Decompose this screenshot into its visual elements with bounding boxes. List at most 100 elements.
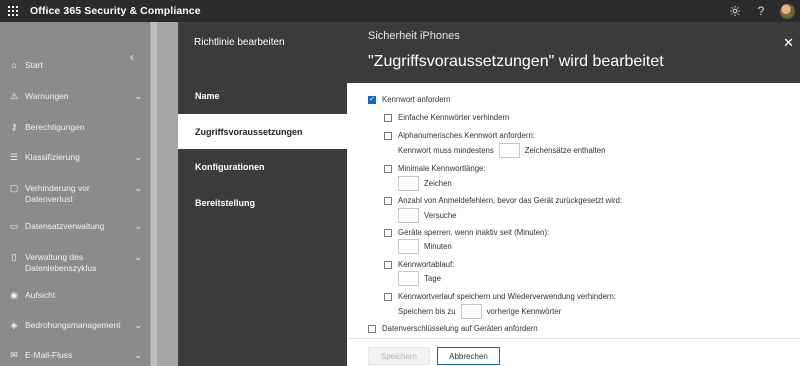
nav-item-dlp[interactable]: ▢ Verhinderung vor Datenverlust ⌄ xyxy=(0,183,150,205)
history-count-input[interactable] xyxy=(460,304,482,319)
checkbox[interactable] xyxy=(384,228,392,237)
threat-icon: ◈ xyxy=(10,320,18,330)
folder-icon: ▭ xyxy=(9,221,19,231)
nav-item-email-fluss[interactable]: ✉ E-Mail-Fluss ⌄ xyxy=(0,350,150,362)
expiration-days-input[interactable] xyxy=(398,271,419,286)
charset-count-input[interactable] xyxy=(498,143,520,158)
eye-icon: ◉ xyxy=(10,290,18,300)
nav-item-label: Aufsicht xyxy=(25,290,56,300)
mail-icon: ✉ xyxy=(10,350,18,360)
checkbox[interactable] xyxy=(384,164,392,173)
require-password-checkbox[interactable]: Kennwort anfordern xyxy=(368,95,450,104)
checkbox[interactable] xyxy=(384,196,392,205)
expiration-checkbox[interactable]: Kennwortablauf: xyxy=(384,260,454,269)
page-title: "Zugriffsvoraussetzungen" wird bearbeite… xyxy=(368,53,664,70)
save-button[interactable]: Speichern xyxy=(368,347,430,365)
left-navigation: ‹ ⌂ Start ⚠ Warnungen ⌄ ⚷ Berechtigungen… xyxy=(0,22,150,366)
nav-item-label: E-Mail-Fluss xyxy=(25,350,73,360)
nav-item-berechtigungen[interactable]: ⚷ Berechtigungen xyxy=(0,122,150,134)
chevron-down-icon: ⌄ xyxy=(134,252,142,262)
nav-scrollbar[interactable] xyxy=(150,22,178,366)
list-icon: ☰ xyxy=(9,152,19,162)
min-length-input[interactable] xyxy=(398,176,419,191)
expiration-row: Tage xyxy=(393,271,441,286)
checkbox-label: Einfache Kennwörter verhindern xyxy=(398,113,510,122)
nav-item-warnungen[interactable]: ⚠ Warnungen ⌄ xyxy=(0,91,150,103)
lock-inactive-row: Minuten xyxy=(393,239,452,254)
alphanumeric-checkbox[interactable]: Alphanumerisches Kennwort anfordern: xyxy=(384,131,535,140)
chevron-down-icon: ⌄ xyxy=(134,350,142,360)
lock-minutes-input[interactable] xyxy=(398,239,419,254)
failed-attempts-input[interactable] xyxy=(398,208,419,223)
wizard-steps-panel: Richtlinie bearbeiten Name Zugriffsvorau… xyxy=(178,22,347,366)
nav-item-start[interactable]: ⌂ Start xyxy=(0,60,150,72)
gear-icon[interactable] xyxy=(722,0,748,22)
nav-item-aufsicht[interactable]: ◉ Aufsicht xyxy=(0,290,150,302)
alphanumeric-suffix: Zeichensätze enthalten xyxy=(524,146,606,155)
top-bar: Office 365 Security & Compliance ? xyxy=(0,0,800,22)
warning-icon: ⚠ xyxy=(9,91,19,101)
alphanumeric-row: Kennwort muss mindestens Zeichensätze en… xyxy=(398,143,605,158)
help-icon[interactable]: ? xyxy=(748,0,774,22)
checkbox[interactable] xyxy=(384,131,392,140)
step-name[interactable]: Name xyxy=(178,78,347,113)
chevron-down-icon: ⌄ xyxy=(134,183,142,193)
nav-item-label: Verwaltung des Datenlebenszyklus xyxy=(25,252,97,273)
checkbox-label: Alphanumerisches Kennwort anfordern: xyxy=(398,131,535,140)
step-bereitstellung[interactable]: Bereitstellung xyxy=(178,185,347,220)
lifecycle-icon: ▯ xyxy=(11,252,17,262)
close-icon[interactable]: ✕ xyxy=(783,35,794,51)
checkbox-label: Kennwort anfordern xyxy=(382,95,451,104)
checkbox[interactable] xyxy=(384,292,392,301)
step-konfigurationen[interactable]: Konfigurationen xyxy=(178,149,347,184)
checkbox[interactable] xyxy=(368,324,376,333)
nav-item-label: Start xyxy=(25,60,43,70)
footer-divider xyxy=(347,338,800,339)
nav-item-label: Datensatzverwaltung xyxy=(25,221,105,231)
cancel-button[interactable]: Abbrechen xyxy=(437,347,500,365)
app-title[interactable]: Office 365 Security & Compliance xyxy=(30,5,201,17)
nav-item-label: Berechtigungen xyxy=(25,122,85,132)
encryption-checkbox[interactable]: Datenverschlüsselung auf Geräten anforde… xyxy=(368,324,538,333)
nav-item-klassifizierung[interactable]: ☰ Klassifizierung ⌄ xyxy=(0,152,150,164)
nav-item-label: Bedrohungsmanagement xyxy=(25,320,121,330)
chevron-down-icon: ⌄ xyxy=(134,152,142,162)
nav-item-label: Klassifizierung xyxy=(25,152,80,162)
checkbox[interactable] xyxy=(384,260,392,269)
history-checkbox[interactable]: Kennwortverlauf speichern und Wiederverw… xyxy=(384,292,616,301)
checkbox[interactable] xyxy=(384,113,392,122)
checkbox-label: Kennwortablauf: xyxy=(398,260,455,269)
chevron-down-icon: ⌄ xyxy=(134,221,142,231)
checkbox-checked[interactable] xyxy=(368,95,376,104)
lock-inactive-checkbox[interactable]: Geräte sperren, wenn inaktiv seit (Minut… xyxy=(384,228,549,237)
step-zugriffsvoraussetzungen[interactable]: Zugriffsvoraussetzungen xyxy=(178,114,347,149)
min-length-row: Zeichen xyxy=(393,176,452,191)
failed-attempts-row: Versuche xyxy=(393,208,457,223)
unit-label: Versuche xyxy=(424,211,457,220)
alphanumeric-prefix: Kennwort muss mindestens xyxy=(398,146,494,155)
shield-doc-icon: ▢ xyxy=(9,183,19,193)
failed-attempts-checkbox[interactable]: Anzahl von Anmeldefehlern, bevor das Ger… xyxy=(384,196,622,205)
unit-label: Zeichen xyxy=(424,179,452,188)
checkbox-label: Minimale Kennwortlänge: xyxy=(398,164,486,173)
scrollbar-thumb[interactable] xyxy=(151,22,157,366)
history-prefix: Speichern bis zu xyxy=(398,307,456,316)
unit-label: Minuten xyxy=(424,242,452,251)
panel-header: Sicherheit iPhones "Zugriffsvoraussetzun… xyxy=(347,22,800,83)
checkbox-label: Kennwortverlauf speichern und Wiederverw… xyxy=(398,292,617,301)
nav-item-datenlebenszyklus[interactable]: ▯ Verwaltung des Datenlebenszyklus ⌄ xyxy=(0,252,150,274)
checkbox-label: Geräte sperren, wenn inaktiv seit (Minut… xyxy=(398,228,550,237)
unit-label: Tage xyxy=(424,274,441,283)
history-row: Speichern bis zu vorherige Kennwörter xyxy=(398,304,561,319)
simple-password-checkbox[interactable]: Einfache Kennwörter verhindern xyxy=(384,113,509,122)
nav-item-bedrohungsmanagement[interactable]: ◈ Bedrohungsmanagement ⌄ xyxy=(0,320,150,332)
checkbox-label: Datenverschlüsselung auf Geräten anforde… xyxy=(382,324,538,333)
nav-item-label: Warnungen xyxy=(25,91,69,101)
nav-item-datensatzverwaltung[interactable]: ▭ Datensatzverwaltung ⌄ xyxy=(0,221,150,233)
chevron-down-icon: ⌄ xyxy=(134,91,142,101)
home-icon: ⌂ xyxy=(11,60,17,70)
edit-panel: Sicherheit iPhones "Zugriffsvoraussetzun… xyxy=(347,22,800,366)
app-launcher-icon[interactable] xyxy=(0,0,26,22)
avatar[interactable] xyxy=(780,3,795,19)
min-length-checkbox[interactable]: Minimale Kennwortlänge: xyxy=(384,164,486,173)
